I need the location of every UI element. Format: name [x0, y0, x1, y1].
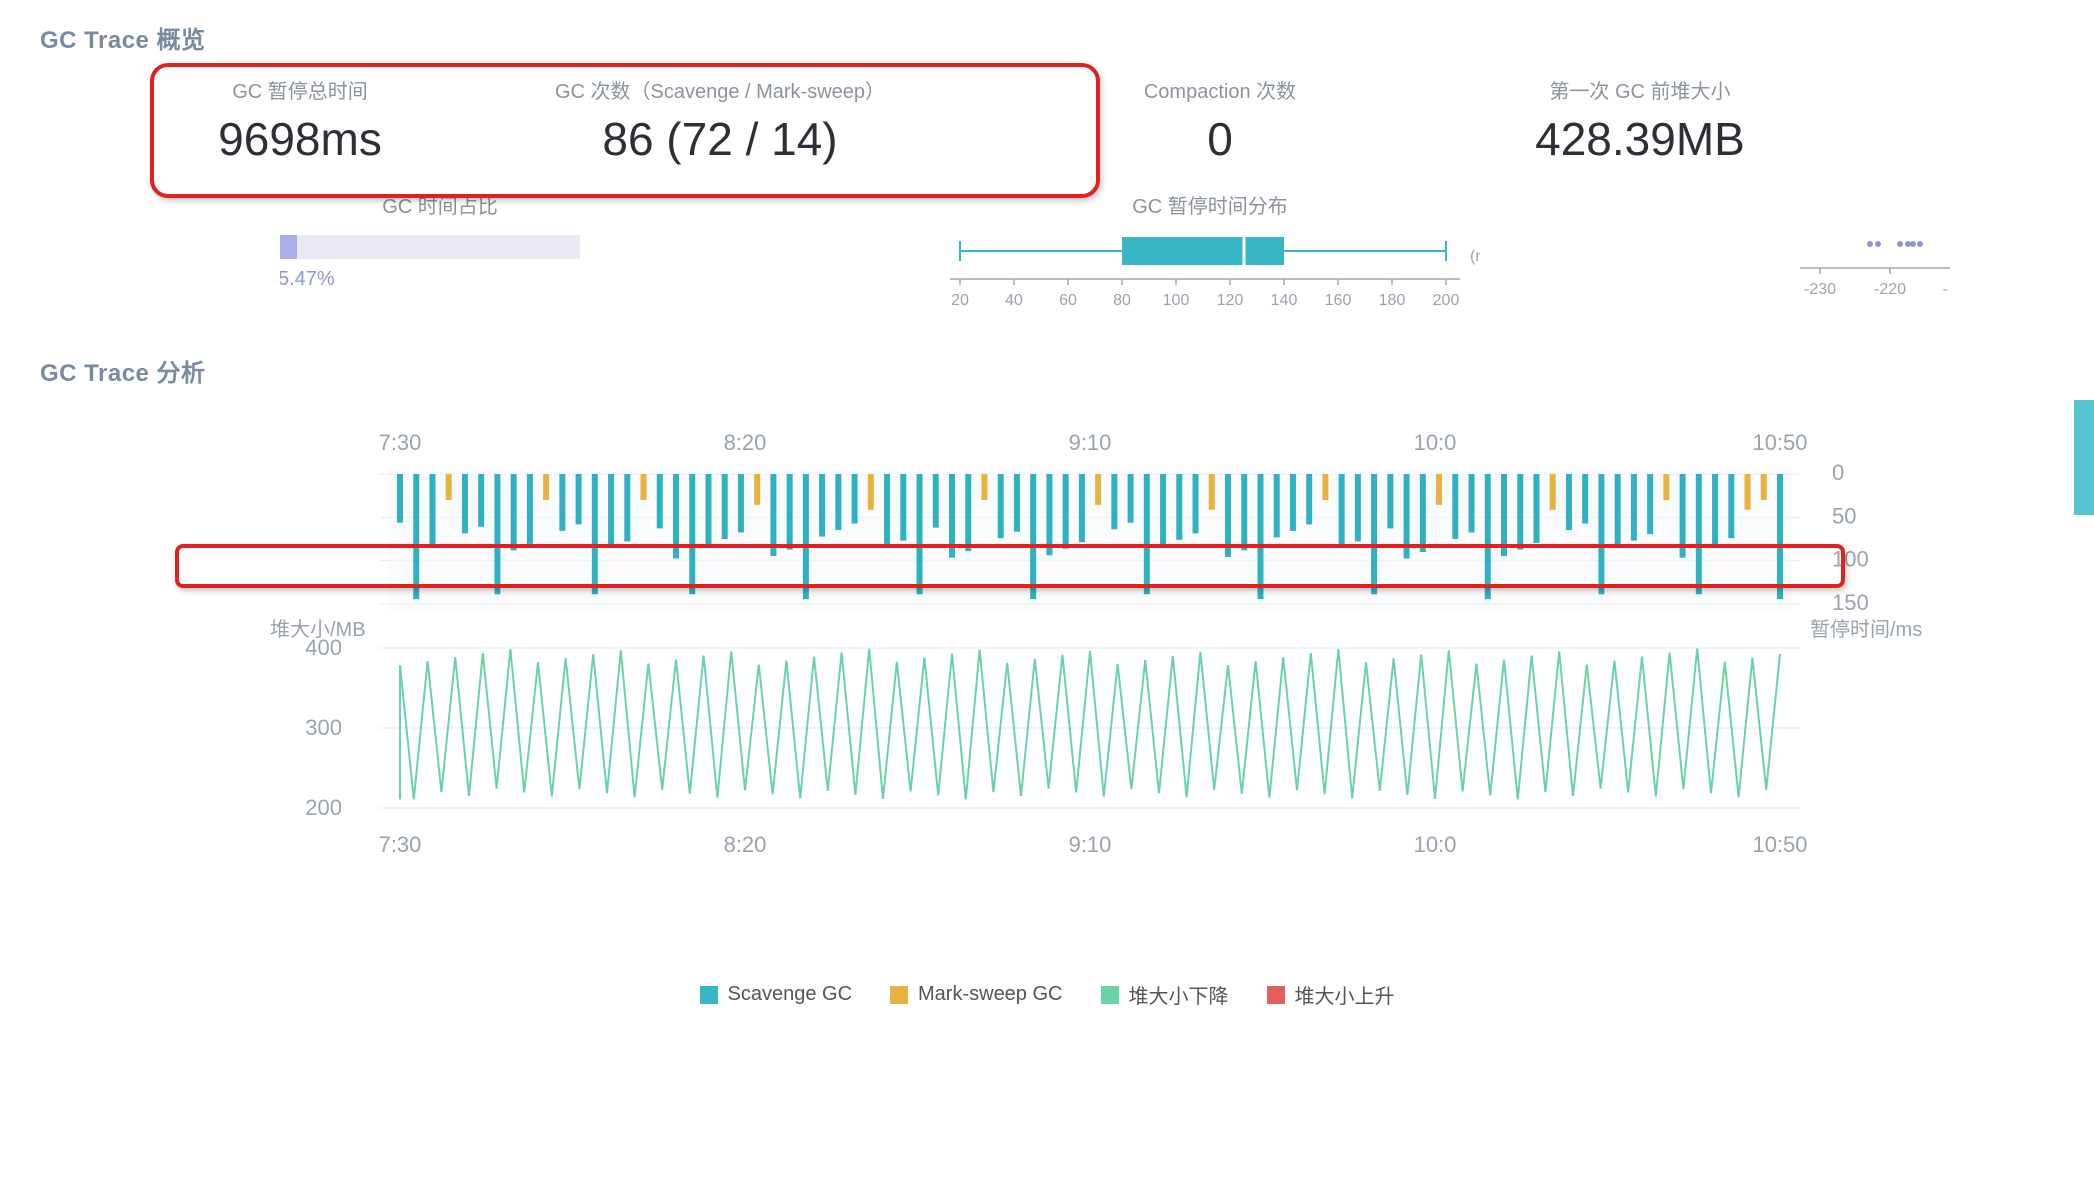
metric-label: 第一次 GC 前堆大小	[1490, 75, 1790, 104]
pause-distribution-chart: 20 40 60 80 100 120 140 160 180 200 (ms)	[940, 227, 1480, 319]
mini-scatter: -230 -220 -	[1800, 190, 1950, 319]
overview-section-title: GC Trace 概览	[40, 20, 2054, 55]
svg-text:9:10: 9:10	[1069, 430, 1112, 455]
svg-text:120: 120	[1217, 292, 1244, 309]
metric-value: 9698ms	[120, 112, 480, 166]
mini-chart-title: GC 时间占比	[382, 190, 498, 219]
svg-text:40: 40	[1005, 292, 1023, 309]
mini-gc-ratio: GC 时间占比 5.47%	[280, 190, 600, 319]
mini-pause-distribution: GC 暂停时间分布 20 40 60 80 100 120 140 160 180 200 (ms…	[940, 190, 1480, 319]
gc-analysis-chart: 7:308:209:1010:010:50050100150400300200堆…	[240, 408, 2050, 968]
svg-text:暂停时间/ms: 暂停时间/ms	[1810, 618, 1922, 641]
svg-text:150: 150	[1832, 590, 1869, 615]
svg-text:80: 80	[1113, 292, 1131, 309]
legend-swatch	[1101, 986, 1119, 1004]
legend-swatch	[700, 986, 718, 1004]
legend-label: 堆大小上升	[1295, 980, 1395, 1009]
metric-first-heap: 第一次 GC 前堆大小 428.39MB	[1490, 75, 1790, 166]
svg-text:60: 60	[1059, 292, 1077, 309]
svg-text:180: 180	[1379, 292, 1406, 309]
svg-text:200: 200	[1433, 292, 1460, 309]
scatter-tick: -	[1943, 281, 1948, 298]
mini-chart-title: GC 暂停时间分布	[1132, 190, 1288, 219]
metric-value: 0	[1070, 112, 1370, 166]
metric-compaction-count: Compaction 次数 0	[1070, 75, 1370, 166]
svg-text:7:30: 7:30	[379, 832, 422, 857]
metrics-row: GC 暂停总时间 9698ms GC 次数（Scavenge / Mark-sw…	[40, 75, 2054, 166]
gc-ratio-percent: 5.47%	[280, 268, 335, 290]
legend-item-heap-up: 堆大小上升	[1267, 980, 1395, 1009]
svg-text:8:20: 8:20	[724, 832, 767, 857]
side-scroll-handle[interactable]	[2074, 400, 2094, 515]
annotation-box-trace	[175, 544, 1845, 588]
svg-text:8:20: 8:20	[724, 430, 767, 455]
legend-label: 堆大小下降	[1129, 980, 1229, 1009]
svg-text:0: 0	[1832, 460, 1844, 485]
legend-swatch	[1267, 986, 1285, 1004]
metric-value: 86 (72 / 14)	[540, 112, 900, 166]
svg-text:10:50: 10:50	[1752, 430, 1807, 455]
scatter-tick: -230	[1804, 281, 1836, 298]
svg-text:7:30: 7:30	[379, 430, 422, 455]
metric-label: GC 次数（Scavenge / Mark-sweep）	[540, 75, 900, 104]
svg-text:20: 20	[951, 292, 969, 309]
svg-text:10:0: 10:0	[1414, 832, 1457, 857]
svg-text:10:50: 10:50	[1752, 832, 1807, 857]
legend-label: Mark-sweep GC	[918, 983, 1062, 1006]
svg-text:50: 50	[1832, 503, 1856, 528]
gc-ratio-chart: 5.47%	[280, 227, 600, 297]
metric-gc-pause-total: GC 暂停总时间 9698ms	[120, 75, 480, 166]
legend-label: Scavenge GC	[728, 983, 853, 1006]
legend-item-marksweep: Mark-sweep GC	[890, 980, 1062, 1009]
svg-text:160: 160	[1325, 292, 1352, 309]
metric-value: 428.39MB	[1490, 112, 1790, 166]
gc-analysis-area: 7:308:209:1010:010:50050100150400300200堆…	[40, 408, 2054, 968]
scatter-chart-fragment: -230 -220 -	[1800, 224, 1950, 302]
metric-label: GC 暂停总时间	[120, 75, 480, 104]
metric-label: Compaction 次数	[1070, 75, 1370, 104]
legend: Scavenge GC Mark-sweep GC 堆大小下降 堆大小上升	[40, 980, 2054, 1009]
legend-swatch	[890, 986, 908, 1004]
metric-gc-count: GC 次数（Scavenge / Mark-sweep） 86 (72 / 14…	[540, 75, 900, 166]
analysis-section-title: GC Trace 分析	[40, 353, 2054, 388]
svg-text:100: 100	[1163, 292, 1190, 309]
legend-item-scavenge: Scavenge GC	[700, 980, 853, 1009]
svg-text:堆大小/MB: 堆大小/MB	[270, 618, 366, 641]
svg-text:300: 300	[305, 715, 342, 740]
legend-item-heap-down: 堆大小下降	[1101, 980, 1229, 1009]
svg-text:140: 140	[1271, 292, 1298, 309]
svg-text:10:0: 10:0	[1414, 430, 1457, 455]
boxplot-unit: (ms)	[1470, 248, 1480, 265]
scatter-tick: -220	[1874, 281, 1906, 298]
svg-text:200: 200	[305, 795, 342, 820]
svg-text:9:10: 9:10	[1069, 832, 1112, 857]
